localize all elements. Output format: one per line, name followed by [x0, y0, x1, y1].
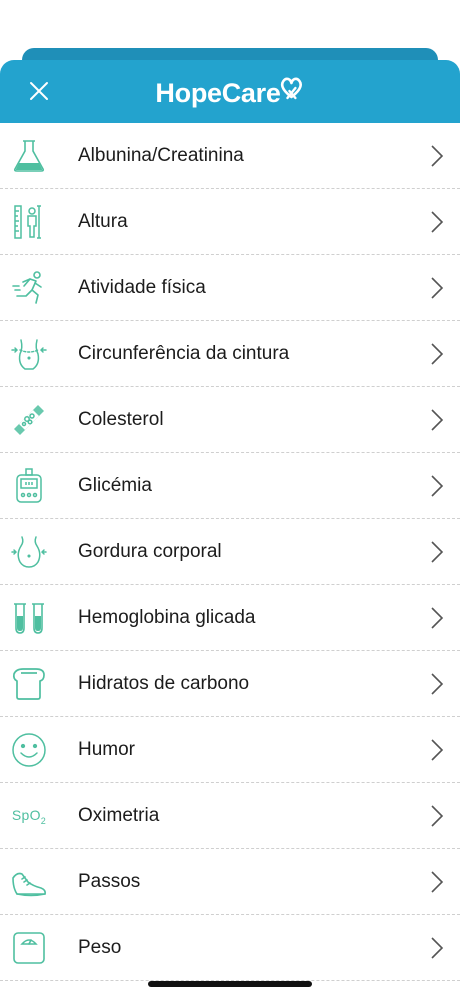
heart-ribbon-icon	[280, 77, 303, 99]
chevron-right-icon	[431, 739, 444, 761]
hopecare-logo: HopeCare	[155, 77, 304, 109]
item-label: Albunina/Creatinina	[78, 145, 244, 166]
list-item-altura[interactable]: Altura	[0, 189, 460, 255]
home-indicator[interactable]	[148, 981, 312, 987]
chevron-right-icon	[431, 871, 444, 893]
chevron-right-icon	[431, 409, 444, 431]
list-item-hidratos-carbono[interactable]: Hidratos de carbono	[0, 651, 460, 717]
chevron-right-icon	[431, 541, 444, 563]
item-label: Atividade física	[78, 277, 206, 298]
item-label: Oximetria	[78, 805, 160, 826]
waist-measure-icon	[10, 335, 48, 373]
chevron-right-icon	[431, 937, 444, 959]
list-item-hemoglobina-glicada[interactable]: Hemoglobina glicada	[0, 585, 460, 651]
spo2-subscript: 2	[40, 815, 47, 826]
item-label: Glicémia	[78, 475, 152, 496]
list-item-colesterol[interactable]: Colesterol	[0, 387, 460, 453]
list-item-atividade-fisica[interactable]: Atividade física	[0, 255, 460, 321]
spo2-text: SpO	[11, 806, 41, 823]
item-label: Gordura corporal	[78, 541, 222, 562]
chevron-right-icon	[431, 277, 444, 299]
list-item-passos[interactable]: Passos	[0, 849, 460, 915]
item-label: Colesterol	[78, 409, 164, 430]
sneaker-icon	[10, 863, 48, 901]
list-item-circunferencia-cintura[interactable]: Circunferência da cintura	[0, 321, 460, 387]
measurement-list: Albunina/Creatinina Altura Atividade fís…	[0, 123, 460, 981]
list-item-glicemia[interactable]: Glicémia	[0, 453, 460, 519]
app-header: HopeCare	[0, 60, 460, 123]
item-label: Altura	[78, 211, 128, 232]
chevron-right-icon	[431, 475, 444, 497]
brand-name: HopeCare	[155, 78, 281, 108]
item-label: Circunferência da cintura	[78, 343, 290, 364]
chevron-right-icon	[431, 673, 444, 695]
list-item-peso[interactable]: Peso	[0, 915, 460, 981]
running-person-icon	[10, 269, 48, 307]
chevron-right-icon	[431, 607, 444, 629]
flask-icon	[10, 137, 48, 175]
list-item-albunina-creatinina[interactable]: Albunina/Creatinina	[0, 123, 460, 189]
glucometer-icon	[10, 467, 48, 505]
close-button[interactable]	[20, 72, 58, 110]
item-label: Hemoglobina glicada	[78, 607, 256, 628]
list-item-humor[interactable]: Humor	[0, 717, 460, 783]
item-label: Humor	[78, 739, 136, 760]
chevron-right-icon	[431, 211, 444, 233]
item-label: Peso	[78, 937, 122, 958]
scale-icon	[10, 929, 48, 967]
smiley-icon	[10, 731, 48, 769]
chevron-right-icon	[431, 145, 444, 167]
list-item-oximetria[interactable]: SpO2 Oximetria	[0, 783, 460, 849]
close-icon	[30, 82, 48, 100]
chevron-right-icon	[431, 805, 444, 827]
height-ruler-icon	[10, 203, 48, 241]
item-label: Passos	[78, 871, 141, 892]
item-label: Hidratos de carbono	[78, 673, 250, 694]
list-item-gordura-corporal[interactable]: Gordura corporal	[0, 519, 460, 585]
spo2-icon: SpO2	[10, 797, 48, 835]
chevron-right-icon	[431, 343, 444, 365]
bread-icon	[10, 665, 48, 703]
test-tubes-icon	[10, 599, 48, 637]
body-fat-icon	[10, 533, 48, 571]
cholesterol-artery-icon	[10, 401, 48, 439]
